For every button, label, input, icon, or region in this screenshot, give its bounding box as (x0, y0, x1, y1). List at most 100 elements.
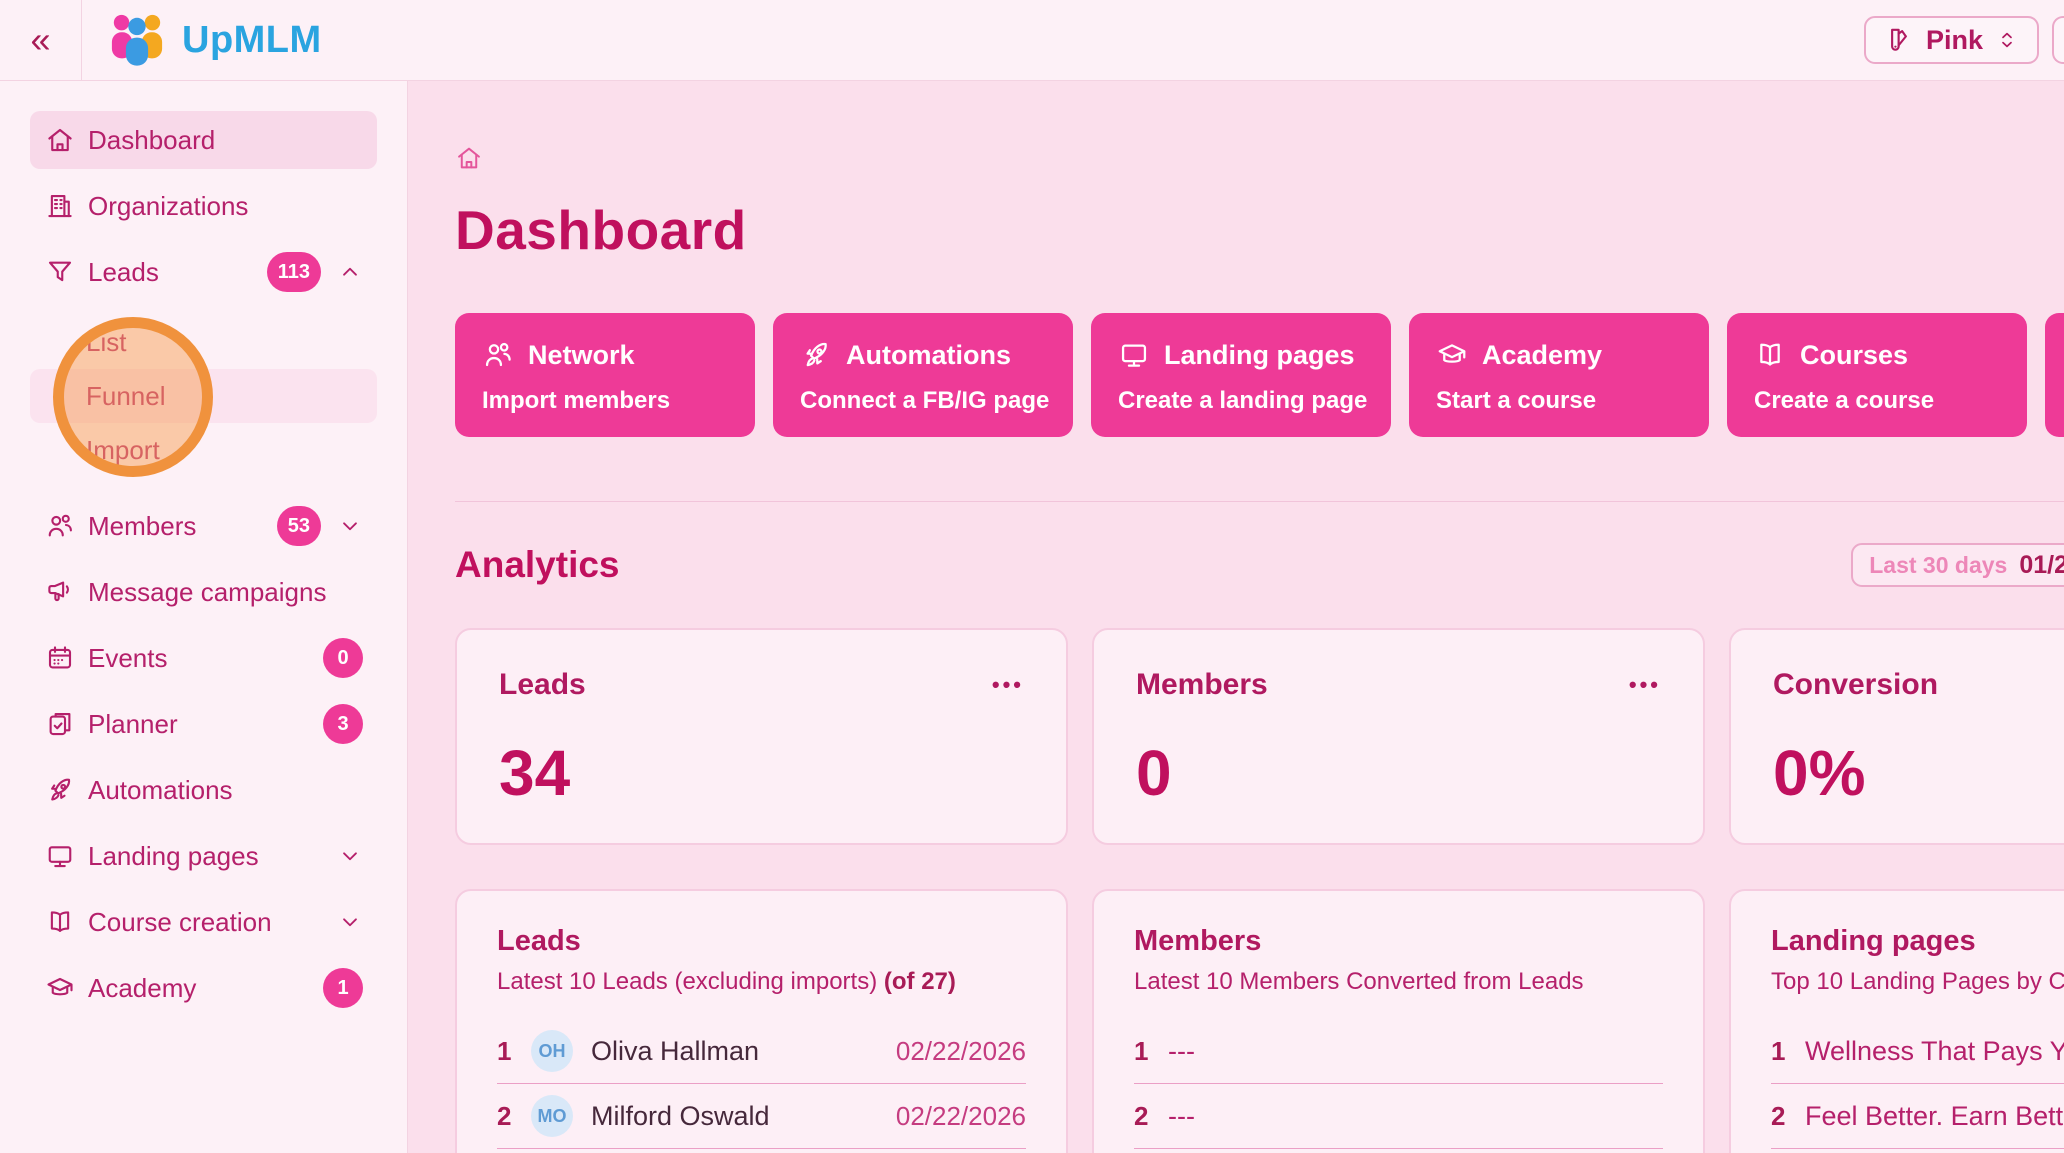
sidebar-item-label: Organizations (88, 191, 363, 222)
quick-action-subtitle: Connect a FB/IG page (800, 387, 1073, 415)
main-content: Dashboard NetworkImport membersAutomatio… (408, 81, 2064, 1153)
sidebar-item-leads[interactable]: Leads113 (30, 243, 377, 301)
sidebar-item-label: Message campaigns (88, 577, 363, 608)
list-row[interactable]: 1Wellness That Pays You Back (1771, 1024, 2064, 1078)
row-name: Feel Better. Earn Better. (1805, 1101, 2064, 1132)
list-card-title: Members (1134, 925, 1663, 958)
row-number: 2 (1134, 1101, 1168, 1132)
quick-action-landing-pages[interactable]: Landing pages Create a landing page (1091, 313, 1391, 437)
row-divider (1134, 1083, 1663, 1084)
list-row[interactable]: 1OHOliva Hallman02/22/2026 (497, 1024, 1026, 1078)
chevron-down-icon[interactable] (337, 909, 363, 935)
list-card-title: Leads (497, 925, 1026, 958)
quick-action-automations[interactable]: AutomationsConnect a FB/IG page (773, 313, 1073, 437)
row-divider (1771, 1148, 2064, 1149)
breadcrumb (455, 145, 2064, 175)
sidebar-subitem-list[interactable]: List (30, 315, 377, 369)
list-card-members: MembersLatest 10 Members Converted from … (1092, 889, 1705, 1153)
sidebar-item-automations[interactable]: Automations (30, 761, 377, 819)
sidebar-subitem-funnel[interactable]: Funnel (30, 369, 377, 423)
sidebar-item-landing-pages[interactable]: Landing pages (30, 827, 377, 885)
theme-selector-label: Pink (1926, 25, 1983, 56)
sidebar-collapse-button[interactable]: « (0, 0, 82, 80)
app-root: « UpMLM Pink Dashboard Organizations Leads… (0, 0, 2064, 1153)
stat-title: Members (1136, 668, 1268, 702)
list-card-leads: Leads Latest 10 Leads (excluding imports)… (455, 889, 1068, 1153)
analytics-heading: Analytics (455, 544, 620, 586)
app-logo[interactable]: UpMLM (106, 12, 322, 68)
building-icon (45, 191, 75, 221)
list-row[interactable]: 2MOMilford Oswald02/22/2026 (497, 1089, 1026, 1143)
count-badge: 3 (323, 704, 363, 744)
row-number: 1 (1134, 1036, 1168, 1067)
quick-action-courses[interactable]: CoursesCreate a course (1727, 313, 2027, 437)
stat-card-conversion: Conversion0% (1729, 628, 2064, 845)
more-menu-button[interactable]: ••• (1629, 668, 1661, 696)
list-row[interactable]: 2--- (1134, 1089, 1663, 1143)
row-divider (1771, 1083, 2064, 1084)
partial-header-button[interactable] (2052, 16, 2064, 64)
sidebar-item-academy[interactable]: Academy1 (30, 959, 377, 1017)
clipboard-icon (45, 709, 75, 739)
sidebar-item-course-creation[interactable]: Course creation (30, 893, 377, 951)
sidebar-item-members[interactable]: Members53 (30, 497, 377, 555)
book-icon (1754, 339, 1786, 371)
stat-value: 34 (499, 741, 1024, 805)
list-row[interactable]: 1--- (1134, 1024, 1663, 1078)
quick-action-subtitle: Create a landing page (1118, 387, 1391, 415)
list-card-subtitle: Latest 10 Leads (excluding imports) (of … (497, 968, 1026, 996)
sidebar-item-planner[interactable]: Planner3 (30, 695, 377, 753)
row-date: 02/22/2026 (896, 1101, 1026, 1132)
chevron-down-icon[interactable] (337, 513, 363, 539)
calendar-icon (45, 643, 75, 673)
count-badge: 0 (323, 638, 363, 678)
date-filter-label: Last 30 days (1869, 552, 2007, 579)
sidebar-item-label: Academy (88, 973, 323, 1004)
sidebar-item-message-campaigns[interactable]: Message campaigns (30, 563, 377, 621)
quick-action-subtitle: Start a course (1436, 387, 1709, 415)
chevron-up-icon[interactable] (337, 259, 363, 285)
monitor-icon (1118, 339, 1150, 371)
sidebar-item-organizations[interactable]: Organizations (30, 177, 377, 235)
quick-action-partial[interactable]: C (2045, 313, 2064, 437)
row-name: Oliva Hallman (591, 1036, 759, 1067)
sidebar-item-dashboard[interactable]: Dashboard (30, 111, 377, 169)
stat-value: 0 (1136, 741, 1661, 805)
rocket-icon (800, 339, 832, 371)
count-badge: 53 (277, 506, 321, 546)
row-date: 02/22/2026 (896, 1036, 1026, 1067)
count-badge: 1 (323, 968, 363, 1008)
row-number: 2 (497, 1101, 531, 1132)
quick-action-network[interactable]: NetworkImport members (455, 313, 755, 437)
row-number: 2 (1771, 1101, 1805, 1132)
home-icon[interactable] (455, 144, 483, 177)
sidebar-item-label: Course creation (88, 907, 321, 938)
sidebar-item-label: Members (88, 511, 277, 542)
megaphone-icon (45, 577, 75, 607)
sidebar-subitem-import[interactable]: Import (30, 423, 377, 477)
quick-action-academy[interactable]: AcademyStart a course (1409, 313, 1709, 437)
date-filter-button[interactable]: Last 30 days 01/2 (1851, 543, 2064, 587)
row-number: 1 (1771, 1036, 1805, 1067)
chevron-down-icon[interactable] (337, 843, 363, 869)
more-menu-button[interactable]: ••• (992, 668, 1024, 696)
sidebar-item-events[interactable]: Events0 (30, 629, 377, 687)
list-row[interactable]: 2Feel Better. Earn Better. (1771, 1089, 2064, 1143)
date-filter-value: 01/2 (2019, 551, 2064, 580)
select-chevrons-icon (1995, 26, 2019, 54)
stats-grid: Leads•••34Members•••0Conversion0% (455, 628, 2064, 845)
stat-card-leads: Leads•••34 (455, 628, 1068, 845)
row-divider (497, 1148, 1026, 1149)
sidebar-item-label: Leads (88, 257, 267, 288)
analytics-header: Analytics Last 30 days 01/2 (455, 542, 2064, 588)
sidebar-item-label: Events (88, 643, 323, 674)
stat-title: Conversion (1773, 668, 1938, 702)
theme-selector-button[interactable]: Pink (1864, 16, 2039, 64)
quick-action-title: Landing pages (1164, 340, 1355, 371)
row-name: --- (1168, 1101, 1195, 1132)
sidebar-item-label: Landing pages (88, 841, 321, 872)
quick-action-title: Courses (1800, 340, 1908, 371)
lists-grid: Leads Latest 10 Leads (excluding imports)… (455, 889, 2064, 1153)
count-badge: 113 (267, 252, 321, 292)
row-name: --- (1168, 1036, 1195, 1067)
